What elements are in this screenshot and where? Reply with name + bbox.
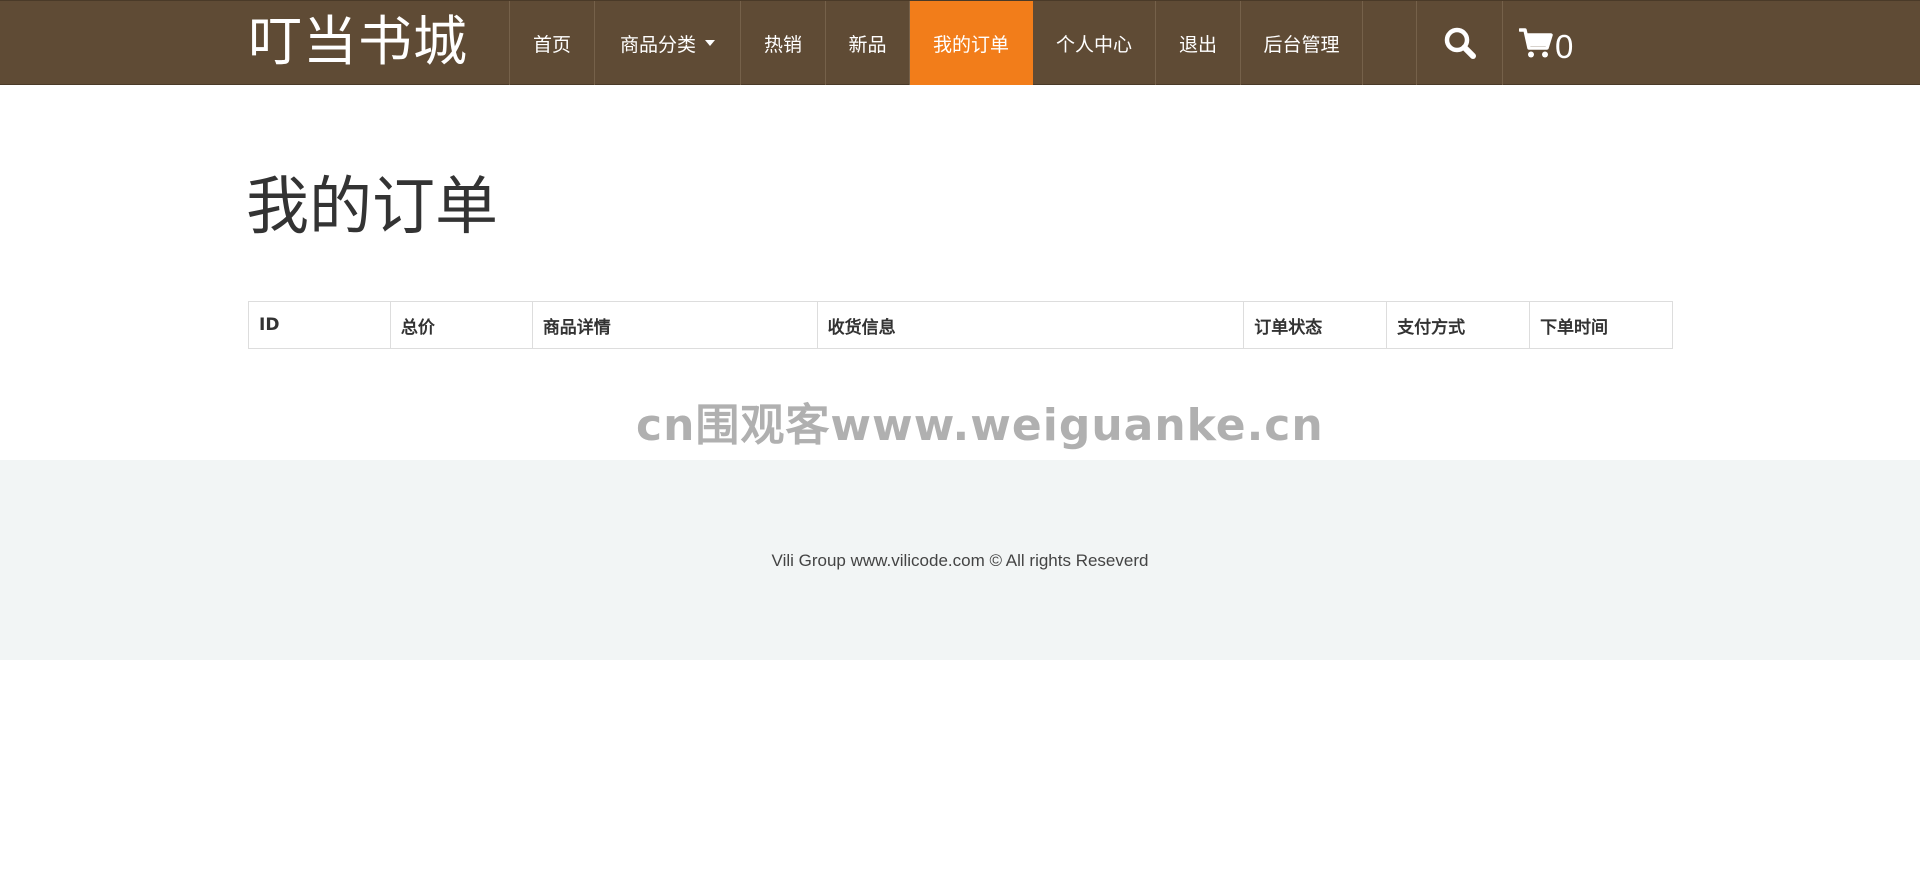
cart-icon bbox=[1519, 28, 1553, 58]
column-header-id: ID bbox=[248, 301, 391, 349]
search-icon bbox=[1444, 27, 1476, 59]
nav-item-label: 后台管理 bbox=[1263, 33, 1340, 56]
nav-item-label: 个人中心 bbox=[1055, 33, 1132, 56]
nav-item-label: 热销 bbox=[763, 33, 802, 56]
nav-item-label: 首页 bbox=[532, 33, 571, 56]
nav-item-my-orders[interactable]: 我的订单 bbox=[910, 1, 1033, 85]
caret-down-icon bbox=[705, 40, 715, 46]
column-header-total: 总价 bbox=[389, 301, 533, 349]
nav-item-hot[interactable]: 热销 bbox=[741, 1, 826, 85]
search-button[interactable] bbox=[1416, 1, 1502, 85]
nav-item-categories[interactable]: 商品分类 bbox=[595, 1, 741, 85]
brand-logo[interactable]: 叮当书城 bbox=[248, 7, 468, 77]
cart-count-badge: 0 bbox=[1555, 27, 1574, 65]
cart-button[interactable]: 0 bbox=[1502, 1, 1582, 85]
nav-item-label: 我的订单 bbox=[932, 33, 1009, 56]
orders-table-header: ID 总价 商品详情 收货信息 订单状态 支付方式 下单时间 bbox=[248, 301, 1673, 349]
column-header-shipping: 收货信息 bbox=[816, 301, 1245, 349]
column-header-payment: 支付方式 bbox=[1386, 301, 1531, 349]
column-header-details: 商品详情 bbox=[531, 301, 818, 349]
main-nav: 首页 商品分类 热销 新品 我的订单 个人中心 退出 后台管理 bbox=[509, 1, 1363, 85]
nav-item-home[interactable]: 首页 bbox=[510, 1, 595, 85]
watermark: cn围观客www.weiguanke.cn bbox=[636, 400, 1324, 451]
header-tools: 0 bbox=[1416, 1, 1582, 85]
footer: Vili Group www.vilicode.com © All rights… bbox=[0, 460, 1920, 660]
nav-item-label: 新品 bbox=[848, 33, 887, 56]
nav-item-logout[interactable]: 退出 bbox=[1156, 1, 1241, 85]
column-header-status: 订单状态 bbox=[1243, 301, 1388, 349]
footer-copyright: Vili Group www.vilicode.com © All rights… bbox=[771, 551, 1149, 570]
page-title: 我的订单 bbox=[246, 170, 498, 243]
nav-item-label: 商品分类 bbox=[619, 33, 696, 56]
column-header-time: 下单时间 bbox=[1529, 301, 1673, 349]
orders-table: ID 总价 商品详情 收货信息 订单状态 支付方式 下单时间 bbox=[248, 301, 1673, 349]
nav-item-new[interactable]: 新品 bbox=[826, 1, 910, 85]
nav-item-label: 退出 bbox=[1178, 33, 1217, 56]
table-header-row: ID 总价 商品详情 收货信息 订单状态 支付方式 下单时间 bbox=[248, 301, 1673, 349]
nav-item-admin[interactable]: 后台管理 bbox=[1241, 1, 1363, 85]
navbar: 叮当书城 首页 商品分类 热销 新品 我的订单 个人中心 退出 后台管理 0 bbox=[0, 0, 1920, 85]
nav-item-profile[interactable]: 个人中心 bbox=[1033, 1, 1156, 85]
